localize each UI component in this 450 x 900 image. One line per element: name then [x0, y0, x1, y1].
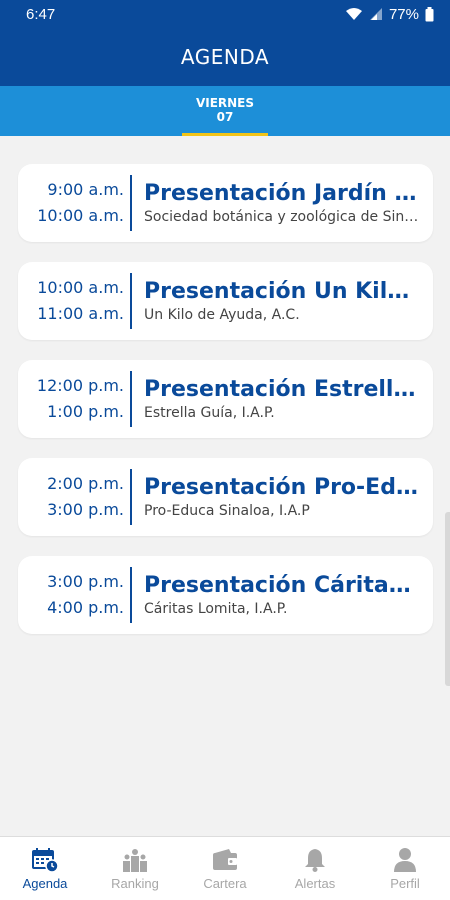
ranking-icon	[123, 848, 147, 872]
nav-label: Perfil	[390, 875, 420, 891]
battery-icon	[425, 6, 434, 21]
event-info: Presentación Un Kilo de Ayuda Un Kilo de…	[132, 279, 433, 323]
event-organization: Pro-Educa Sinaloa, I.A.P	[144, 503, 310, 519]
status-time: 6:47	[26, 5, 56, 23]
event-info: Presentación Estrella Guía Estrella Guía…	[132, 377, 433, 421]
nav-perfil[interactable]: Perfil	[360, 837, 450, 900]
event-organization: Cáritas Lomita, I.A.P.	[144, 601, 288, 617]
nav-alertas[interactable]: Alertas	[270, 837, 360, 900]
event-title: Presentación Pro-Educa Sinaloa	[144, 475, 433, 500]
event-start-time: 9:00 a.m.	[47, 180, 124, 199]
wifi-icon	[345, 8, 362, 20]
signal-icon	[369, 8, 382, 20]
event-info: Presentación Pro-Educa Sinaloa Pro-Educa…	[132, 475, 433, 519]
event-title: Presentación Jardín Botánico y Zoológico	[144, 181, 433, 206]
calendar-icon	[32, 847, 59, 873]
event-end-time: 11:00 a.m.	[37, 304, 124, 323]
status-bar: 6:47 77%	[0, 0, 450, 28]
nav-label: Agenda	[22, 875, 68, 891]
event-title: Presentación Un Kilo de Ayuda	[144, 279, 433, 304]
event-end-time: 10:00 a.m.	[37, 206, 124, 225]
event-card[interactable]: 10:00 a.m. 11:00 a.m. Presentación Un Ki…	[18, 262, 433, 340]
status-icons: 77%	[345, 6, 434, 23]
event-end-time: 3:00 p.m.	[47, 500, 124, 519]
event-time: 2:00 p.m. 3:00 p.m.	[18, 469, 132, 525]
event-time: 3:00 p.m. 4:00 p.m.	[18, 567, 132, 623]
event-start-time: 10:00 a.m.	[37, 278, 124, 297]
event-organization: Estrella Guía, I.A.P.	[144, 405, 275, 421]
nav-label: Alertas	[294, 875, 336, 891]
event-title: Presentación Estrella Guía	[144, 377, 433, 402]
app-header: AGENDA	[0, 28, 450, 86]
event-info: Presentación Cáritas Lomita Cáritas Lomi…	[132, 573, 433, 617]
tab-day-label: VIERNES	[195, 96, 255, 110]
event-time: 10:00 a.m. 11:00 a.m.	[18, 273, 132, 329]
nav-agenda[interactable]: Agenda	[0, 837, 90, 900]
nav-label: Ranking	[111, 875, 159, 891]
page-title: AGENDA	[180, 45, 270, 69]
bell-icon	[305, 848, 325, 872]
event-info: Presentación Jardín Botánico y Zoológico…	[132, 181, 433, 225]
event-end-time: 1:00 p.m.	[47, 402, 124, 421]
event-time: 9:00 a.m. 10:00 a.m.	[18, 175, 132, 231]
event-list: 9:00 a.m. 10:00 a.m. Presentación Jardín…	[18, 164, 433, 654]
event-card[interactable]: 9:00 a.m. 10:00 a.m. Presentación Jardín…	[18, 164, 433, 242]
event-card[interactable]: 12:00 p.m. 1:00 p.m. Presentación Estrel…	[18, 360, 433, 438]
event-card[interactable]: 2:00 p.m. 3:00 p.m. Presentación Pro-Edu…	[18, 458, 433, 536]
event-time: 12:00 p.m. 1:00 p.m.	[18, 371, 132, 427]
event-start-time: 3:00 p.m.	[47, 572, 124, 591]
day-tabs: VIERNES 07	[0, 86, 450, 136]
event-organization: Sociedad botánica y zoológica de Sinaloa	[144, 209, 433, 225]
scroll-handle[interactable]	[445, 512, 450, 686]
bottom-nav: Agenda Ranking Cartera Alertas Perfil	[0, 836, 450, 900]
wallet-icon	[213, 848, 237, 870]
nav-cartera[interactable]: Cartera	[180, 837, 270, 900]
user-icon	[394, 847, 416, 872]
nav-label: Cartera	[203, 875, 247, 891]
event-organization: Un Kilo de Ayuda, A.C.	[144, 307, 300, 323]
nav-ranking[interactable]: Ranking	[90, 837, 180, 900]
tab-date-label: 07	[216, 110, 234, 124]
event-start-time: 12:00 p.m.	[36, 376, 124, 395]
event-title: Presentación Cáritas Lomita	[144, 573, 433, 598]
event-end-time: 4:00 p.m.	[47, 598, 124, 617]
event-card[interactable]: 3:00 p.m. 4:00 p.m. Presentación Cáritas…	[18, 556, 433, 634]
tab-viernes[interactable]: VIERNES 07	[182, 86, 268, 136]
battery-percent: 77%	[388, 5, 419, 23]
event-start-time: 2:00 p.m.	[47, 474, 124, 493]
